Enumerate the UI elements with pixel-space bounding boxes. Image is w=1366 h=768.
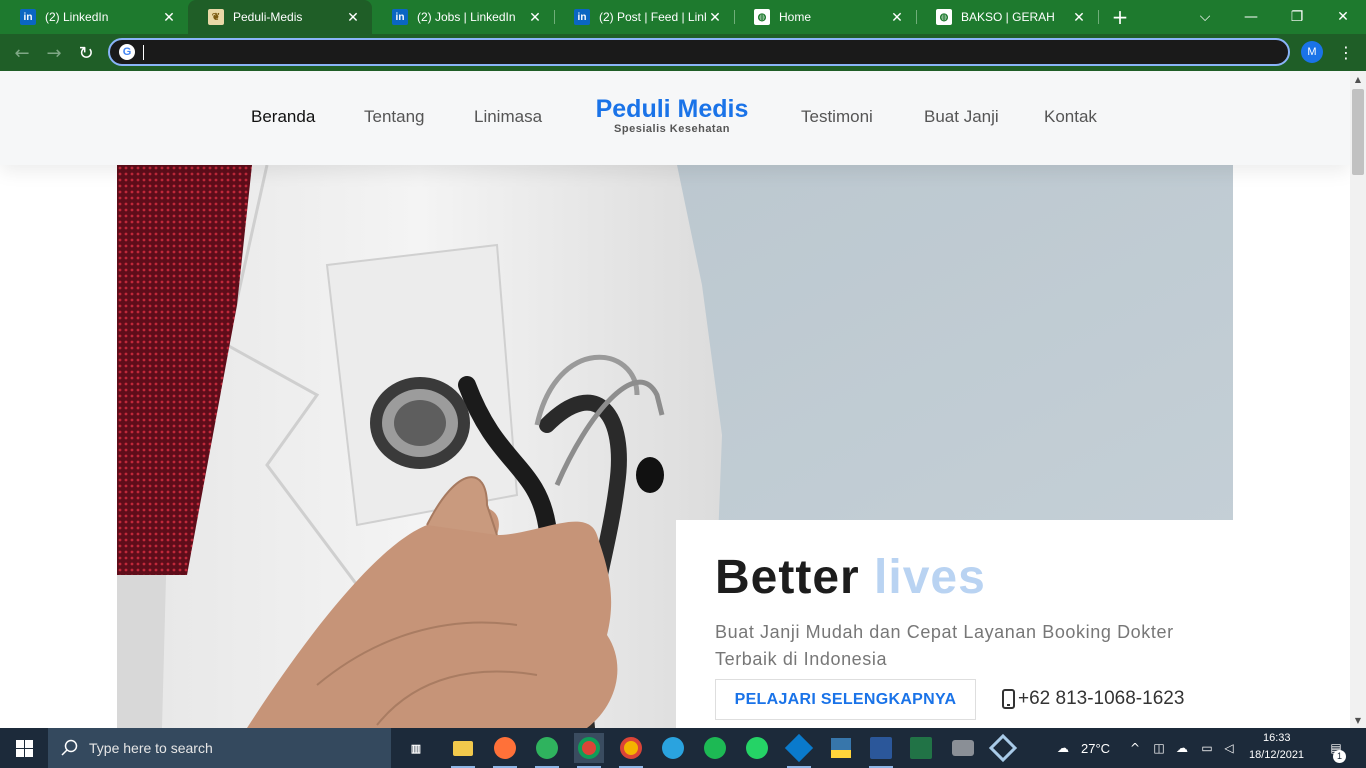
taskbar-search-box[interactable]: Type here to search: [48, 728, 391, 768]
weather-cloud-icon[interactable]: ☁: [1052, 740, 1074, 756]
site-header: Beranda Tentang Linimasa Peduli Medis Sp…: [0, 71, 1350, 165]
forward-icon[interactable]: →: [41, 40, 67, 66]
close-icon[interactable]: ✕: [160, 9, 178, 26]
close-icon[interactable]: ✕: [1070, 9, 1088, 26]
scroll-up-icon[interactable]: ▲: [1350, 71, 1366, 87]
close-icon[interactable]: ✕: [888, 9, 906, 26]
notification-count-badge: 1: [1333, 750, 1346, 763]
meet-now-icon[interactable]: ◫: [1151, 740, 1167, 756]
search-icon: [61, 739, 78, 756]
restore-icon[interactable]: ❐: [1274, 0, 1320, 34]
word-icon[interactable]: [866, 733, 896, 768]
linkedin-icon: in: [574, 9, 590, 25]
file-explorer-icon[interactable]: [448, 733, 478, 768]
hero-title-accent: lives: [874, 551, 986, 604]
browser-toolbar: ← → ↻ G M ⋮: [0, 34, 1366, 71]
nav-tentang[interactable]: Tentang: [364, 107, 425, 127]
close-icon[interactable]: ✕: [344, 9, 362, 26]
hero-title: Better lives: [715, 550, 986, 605]
close-icon[interactable]: ✕: [706, 9, 724, 26]
globe-icon: ◍: [936, 9, 952, 25]
mobile-phone-icon: [1002, 689, 1015, 709]
python-icon[interactable]: [826, 733, 856, 763]
windows-taskbar: Type here to search ▥ ☁ 27°C ^ ◫ ☁ ▭ ◁ 1…: [0, 728, 1366, 768]
nav-beranda[interactable]: Beranda: [251, 107, 315, 127]
scroll-down-icon[interactable]: ▼: [1350, 712, 1366, 728]
weather-temperature[interactable]: 27°C: [1081, 741, 1110, 756]
linkedin-icon: in: [392, 9, 408, 25]
nav-linimasa[interactable]: Linimasa: [474, 107, 542, 127]
clock-date[interactable]: 18/12/2021: [1249, 749, 1304, 761]
phone-number: +62 813-1068-1623: [1018, 688, 1185, 709]
hero-title-main: Better: [715, 551, 860, 604]
nav-testimoni[interactable]: Testimoni: [801, 107, 873, 127]
tab-linkedin[interactable]: in (2) LinkedIn ✕: [0, 0, 188, 34]
spotify-icon[interactable]: [700, 733, 730, 763]
site-logo[interactable]: Peduli Medis Spesialis Kesehatan: [588, 95, 756, 136]
chrome-icon[interactable]: [616, 733, 646, 768]
tab-peduli-medis[interactable]: ❦ Peduli-Medis ✕: [188, 0, 372, 34]
search-placeholder: Type here to search: [89, 740, 213, 756]
hero-description: Buat Janji Mudah dan Cepat Layanan Booki…: [715, 622, 1174, 669]
minimize-icon[interactable]: —: [1228, 0, 1274, 34]
virtualbox-icon[interactable]: [988, 733, 1018, 763]
browser-tab-bar: in (2) LinkedIn ✕ ❦ Peduli-Medis ✕ in (2…: [0, 0, 1366, 34]
globe-icon: ◍: [754, 9, 770, 25]
reload-icon[interactable]: ↻: [73, 40, 99, 66]
profile-avatar[interactable]: M: [1301, 41, 1323, 63]
hero-card: Better lives Buat Janji Mudah dan Cepat …: [676, 520, 1234, 728]
vscode-icon[interactable]: [784, 733, 814, 768]
site-leaf-icon: ❦: [208, 9, 224, 25]
scrollbar-thumb[interactable]: [1352, 89, 1364, 175]
battery-icon[interactable]: ▭: [1199, 740, 1215, 756]
browser-menu-icon[interactable]: ⋮: [1336, 41, 1356, 63]
tab-post-feed-linkedin[interactable]: in (2) Post | Feed | LinkedIn ✕: [554, 0, 734, 34]
chrome-profile-icon[interactable]: [574, 733, 604, 768]
brand-name: Peduli Medis: [595, 95, 749, 123]
onedrive-icon[interactable]: ☁: [1174, 740, 1190, 756]
whatsapp-icon[interactable]: [742, 733, 772, 763]
windows-logo-icon: [15, 739, 33, 757]
camera-icon[interactable]: [948, 733, 978, 763]
excel-icon[interactable]: [906, 733, 936, 763]
volume-icon[interactable]: ◁: [1221, 740, 1237, 756]
web-page: Beranda Tentang Linimasa Peduli Medis Sp…: [0, 71, 1366, 728]
google-icon: G: [119, 44, 135, 60]
nav-kontak[interactable]: Kontak: [1044, 107, 1097, 127]
learn-more-button[interactable]: PELAJARI SELENGKAPNYA: [715, 679, 976, 720]
tab-bakso-gerah[interactable]: ◍ BAKSO | GERAH ✕: [916, 0, 1098, 34]
text-caret: [143, 45, 144, 60]
back-icon[interactable]: ←: [9, 40, 35, 66]
tab-home[interactable]: ◍ Home ✕: [734, 0, 916, 34]
linkedin-icon: in: [20, 9, 36, 25]
task-view-icon[interactable]: ▥: [401, 733, 431, 763]
windows-start-button[interactable]: [0, 728, 48, 768]
window-close-icon[interactable]: ✕: [1320, 0, 1366, 34]
tab-search-icon[interactable]: ⌵: [1182, 0, 1228, 34]
nav-buat-janji[interactable]: Buat Janji: [924, 107, 999, 127]
close-icon[interactable]: ✕: [526, 9, 544, 26]
firefox-icon[interactable]: [490, 733, 520, 768]
tab-jobs-linkedin[interactable]: in (2) Jobs | LinkedIn ✕: [372, 0, 554, 34]
new-tab-button[interactable]: +: [1097, 0, 1143, 34]
telegram-icon[interactable]: [658, 733, 688, 763]
phone-contact[interactable]: +62 813-1068-1623: [1002, 688, 1184, 710]
page-scrollbar[interactable]: ▲ ▼: [1350, 71, 1366, 728]
chevron-up-icon[interactable]: ^: [1127, 740, 1143, 756]
brand-tagline: Spesialis Kesehatan: [614, 123, 730, 135]
address-bar[interactable]: G: [108, 38, 1290, 66]
clock-time[interactable]: 16:33: [1263, 732, 1291, 744]
edge-icon[interactable]: [532, 733, 562, 768]
